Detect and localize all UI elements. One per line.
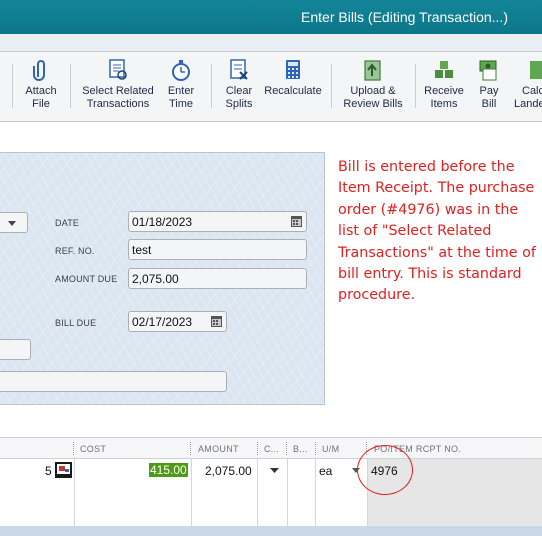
column-line: [315, 459, 316, 526]
column-header-class[interactable]: C...: [264, 444, 279, 454]
paperclip-icon: [33, 60, 45, 81]
ref-no-value: test: [132, 243, 152, 257]
calculator-icon: [530, 61, 542, 79]
amount-due-value: 2,075.00: [132, 272, 179, 286]
column-line: [191, 459, 192, 526]
attach-file-button[interactable]: Attach File: [22, 58, 60, 111]
date-field[interactable]: 01/18/2023: [128, 211, 307, 232]
upload-review-icon: [364, 60, 381, 81]
window-title-bar: Enter Bills (Editing Transaction...): [0, 0, 542, 34]
pay-bill-label-2: Bill: [481, 98, 497, 110]
ref-no-field[interactable]: test: [128, 239, 307, 260]
column-separator: [315, 442, 316, 455]
pay-bill-icon: [479, 60, 497, 81]
receive-items-button[interactable]: Receive Items: [422, 58, 466, 111]
calc-landed-label-1: Calc: [522, 85, 542, 97]
attach-file-label-2: File: [32, 98, 50, 110]
expense-grid-header: COST AMOUNT C... B... U/M PO/ITEM RCPT N…: [0, 437, 542, 459]
bill-form-area: DATE 01/18/2023 REF. NO. test AMOUNT DUE…: [0, 122, 542, 436]
qty-cell[interactable]: 5: [45, 464, 52, 478]
amount-cell[interactable]: 2,075.00: [205, 464, 252, 478]
select-related-icon: [109, 59, 127, 80]
date-label: DATE: [55, 218, 80, 228]
column-separator: [190, 442, 191, 455]
terms-field[interactable]: [0, 339, 31, 360]
annotation-note: Bill is entered before the Item Receipt.…: [338, 159, 536, 304]
toolbar-separator: [331, 64, 332, 108]
amount-due-field[interactable]: 2,075.00: [128, 268, 307, 289]
column-header-um[interactable]: U/M: [322, 444, 339, 454]
toolbar-separator: [415, 64, 416, 108]
dropdown-arrow-icon: [8, 221, 16, 226]
table-row[interactable]: 5 415.00 2,075.00 ea 4976: [0, 445, 542, 526]
date-value: 01/18/2023: [132, 215, 193, 229]
calc-landed-cost-button[interactable]: Calc Lande: [514, 58, 542, 111]
column-separator: [286, 442, 287, 455]
calendar-icon[interactable]: [211, 315, 222, 327]
bill-due-value: 02/17/2023: [132, 315, 193, 329]
column-separator: [73, 442, 74, 455]
upload-review-label-2: Review Bills: [343, 98, 403, 110]
pay-bill-label-1: Pay: [479, 85, 499, 97]
enter-time-button[interactable]: Enter Time: [164, 58, 198, 111]
vendor-dropdown[interactable]: [0, 212, 28, 233]
um-cell[interactable]: ea: [319, 464, 332, 478]
select-related-label-1: Select Related: [82, 85, 154, 97]
enter-time-label-2: Time: [168, 98, 194, 110]
bill-due-field[interactable]: 02/17/2023: [128, 311, 227, 332]
column-header-billable[interactable]: B...: [293, 444, 308, 454]
clear-splits-label-1: Clear: [225, 85, 253, 97]
column-line: [287, 459, 288, 526]
pay-bill-button[interactable]: Pay Bill: [476, 58, 502, 111]
upload-review-bills-button[interactable]: Upload & Review Bills: [341, 58, 405, 111]
bill-due-label: BILL DUE: [55, 318, 97, 328]
receive-items-label-1: Receive: [424, 85, 464, 97]
calculator-icon: [286, 60, 300, 79]
clear-splits-label-2: Splits: [225, 98, 253, 110]
enter-time-label-1: Enter: [167, 85, 195, 97]
column-line: [257, 459, 258, 526]
toolbar: Attach File Select Related Transactions …: [0, 52, 542, 122]
stopwatch-icon: [172, 60, 190, 81]
receive-items-icon: [435, 61, 453, 78]
column-header-amount[interactable]: AMOUNT: [198, 444, 239, 454]
clear-splits-icon: [230, 59, 248, 80]
calendar-icon[interactable]: [291, 215, 302, 227]
receive-items-label-2: Items: [430, 98, 458, 110]
column-line: [74, 459, 75, 526]
toolbar-separator: [70, 64, 71, 108]
toolbar-separator: [211, 64, 212, 108]
item-detail-icon[interactable]: [55, 462, 72, 478]
select-related-label-2: Transactions: [86, 98, 150, 110]
select-related-transactions-button[interactable]: Select Related Transactions: [80, 58, 156, 111]
memo-field[interactable]: [0, 371, 227, 392]
window-title: Enter Bills (Editing Transaction...): [301, 9, 508, 25]
column-header-cost[interactable]: COST: [80, 444, 106, 454]
toolbar-separator: [12, 64, 13, 108]
attach-file-label-1: Attach: [25, 85, 57, 97]
cost-cell[interactable]: 415.00: [149, 463, 188, 477]
annotation-circle: [357, 445, 413, 495]
recalculate-button[interactable]: Recalculate: [263, 58, 323, 98]
calc-landed-label-2: Lande: [514, 98, 542, 110]
recalculate-label: Recalculate: [264, 85, 322, 97]
ref-no-label: REF. NO.: [55, 246, 95, 256]
upload-review-label-1: Upload &: [350, 85, 396, 97]
tab-strip: [0, 34, 542, 52]
clear-splits-button[interactable]: Clear Splits: [222, 58, 256, 111]
grid-bottom-band: [0, 526, 542, 536]
dropdown-arrow-icon[interactable]: [270, 468, 279, 473]
column-separator: [257, 442, 258, 455]
amount-due-label: AMOUNT DUE: [55, 274, 118, 284]
bill-check-panel: DATE 01/18/2023 REF. NO. test AMOUNT DUE…: [0, 152, 325, 405]
